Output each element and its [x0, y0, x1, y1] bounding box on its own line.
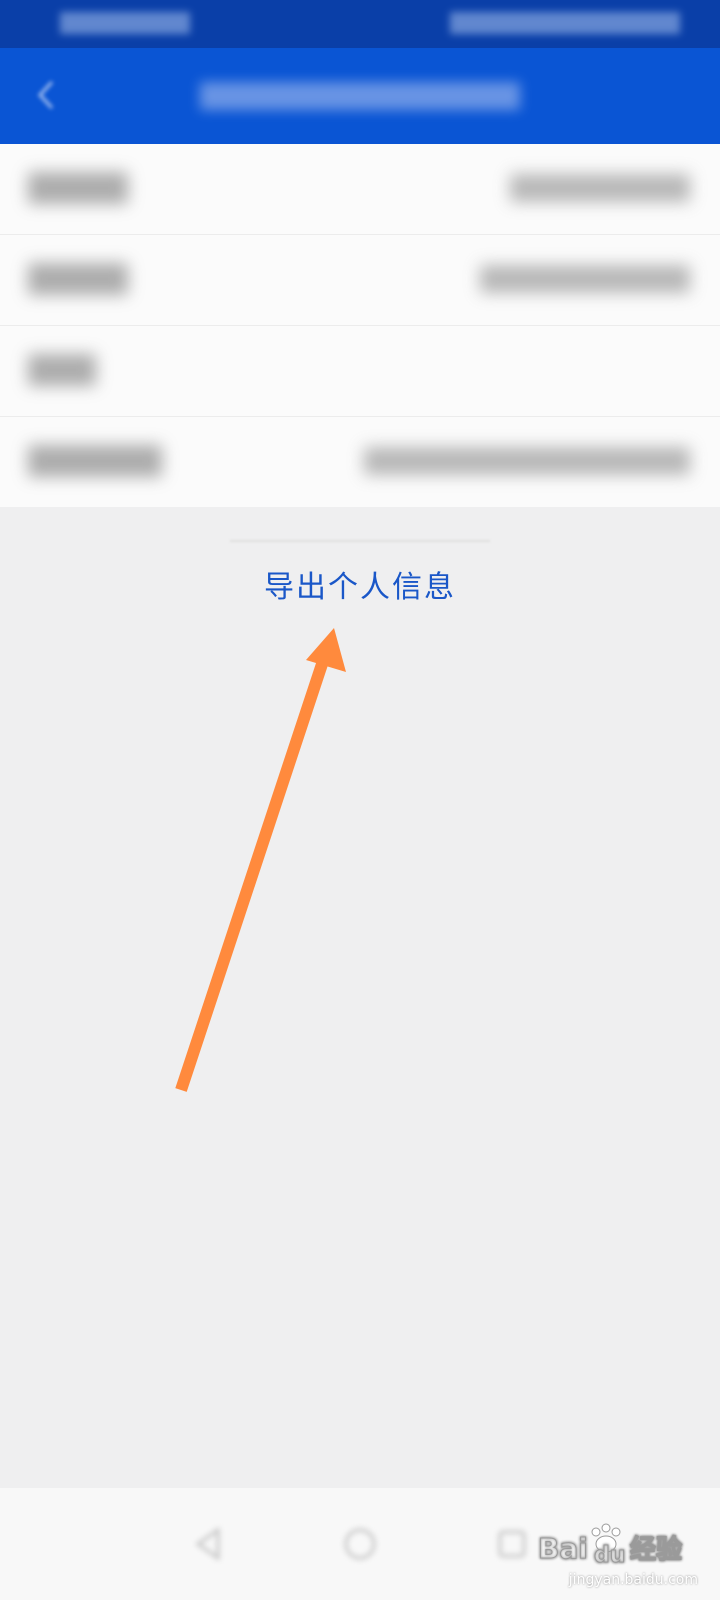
status-bar [0, 0, 720, 48]
info-row-username [0, 144, 720, 235]
square-recent-icon[interactable] [492, 1524, 532, 1564]
baidu-jingyan-watermark: Bai du 经验 jingyan.baidu.com [536, 1518, 706, 1588]
circle-home-icon[interactable] [340, 1524, 380, 1564]
row-value-blurred [510, 174, 690, 202]
info-row-email [0, 326, 720, 417]
row-value-blurred [364, 447, 690, 475]
row-label-blurred [28, 263, 128, 295]
info-list [0, 144, 720, 507]
row-label-blurred [28, 172, 128, 204]
info-row-register-time [0, 417, 720, 507]
row-label-blurred [28, 445, 162, 477]
app-header [0, 48, 720, 144]
triangle-back-icon[interactable] [188, 1524, 228, 1564]
svg-text:Bai: Bai [538, 1532, 588, 1565]
page-title-blurred [200, 82, 520, 110]
info-row-phone [0, 235, 720, 326]
divider [230, 540, 490, 542]
row-label-blurred [28, 354, 96, 386]
status-bar-right-blurred [450, 12, 680, 34]
svg-text:du: du [594, 1543, 625, 1568]
status-bar-left-blurred [60, 12, 190, 34]
row-value-blurred [480, 265, 690, 293]
chevron-left-icon[interactable] [30, 78, 64, 112]
export-personal-info-button[interactable]: 导出个人信息 [0, 562, 720, 606]
baidu-jingyan-logo: Bai du 经验 [538, 1523, 683, 1569]
svg-text:经验: 经验 [630, 1534, 682, 1565]
watermark-url: jingyan.baidu.com [568, 1572, 698, 1588]
